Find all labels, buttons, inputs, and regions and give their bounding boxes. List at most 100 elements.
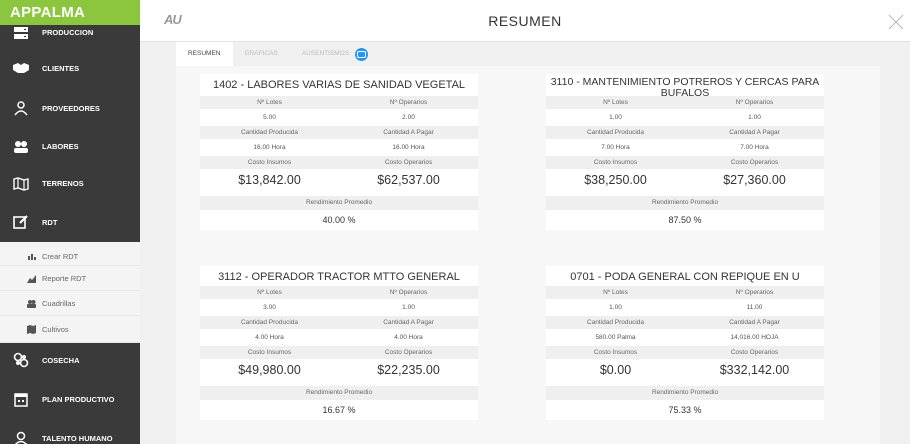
card-title: 3112 - OPERADOR TRACTOR MTTO GENERAL	[218, 271, 460, 283]
value-costo-operarios: $62,537.00	[377, 173, 440, 187]
value-costo-insumos: $49,980.00	[238, 363, 301, 377]
label-cantidad-pagar: Cantidad A Pagar	[685, 126, 824, 139]
label-lotes: Nº Lotes	[200, 286, 339, 299]
label-rendimiento: Rendimiento Promedio	[200, 196, 478, 210]
close-button[interactable]	[888, 14, 904, 30]
sidebar-item-labores[interactable]: LABORES	[0, 128, 140, 165]
tab-bar: RESUMEN GRAFICAS AUSENTISMOS	[176, 42, 369, 66]
label-costo-operarios: Costo Operarios	[339, 156, 478, 169]
label-operarios: Nº Operarios	[685, 286, 824, 299]
page-title: RESUMEN	[488, 13, 562, 29]
sidebar-item-produccion[interactable]: PRODUCCION	[0, 17, 140, 48]
subitem-cultivos[interactable]: Cultivos	[0, 316, 140, 343]
cosecha-icon	[12, 352, 30, 368]
subitem-label: Reporte RDT	[42, 273, 87, 283]
value-cantidad-pagar: 7.00 Hora	[740, 144, 769, 151]
value-costo-operarios: $27,360.00	[723, 173, 786, 187]
value-cantidad-pagar: 16.00 Hora	[392, 144, 425, 151]
card-title: 3110 - MANTENIMIENTO POTREROS Y CERCAS P…	[550, 76, 820, 99]
label-rendimiento: Rendimiento Promedio	[200, 386, 478, 400]
map-icon	[12, 176, 30, 192]
sidebar-item-label: PLAN PRODUCTIVO	[42, 394, 115, 404]
label-costo-insumos: Costo Insumos	[200, 346, 339, 359]
subitem-cuadrillas[interactable]: Cuadrillas	[0, 291, 140, 316]
value-lotes: 1.00	[609, 304, 622, 311]
sidebar-item-label: RDT	[42, 217, 58, 227]
value-rendimiento: 87.50 %	[668, 215, 702, 225]
value-lotes: 3.00	[263, 304, 276, 311]
value-costo-operarios: $332,142.00	[719, 363, 790, 377]
sidebar-item-rdt[interactable]: RDT	[0, 202, 140, 242]
handshake-icon	[12, 60, 30, 76]
label-operarios: Nº Operarios	[339, 286, 478, 299]
chat-icon[interactable]	[355, 47, 369, 61]
label-cantidad-producida: Cantidad Producida	[200, 316, 339, 329]
value-rendimiento: 75.33 %	[668, 405, 702, 415]
header: AU RESUMEN	[140, 0, 910, 42]
close-icon	[888, 14, 904, 30]
label-lotes: Nº Lotes	[546, 286, 685, 299]
card-title: 1402 - LABORES VARIAS DE SANIDAD VEGETAL	[212, 79, 466, 91]
sidebar-item-label: PROVEEDORES	[42, 103, 100, 113]
value-costo-insumos: $38,250.00	[584, 173, 647, 187]
value-cantidad-producida: 580.00 Palma	[595, 334, 636, 341]
sidebar: APPALMA PRODUCCION CLIENTES PROVEEDORES …	[0, 0, 140, 444]
server-icon	[12, 25, 30, 41]
value-lotes: 5.00	[263, 114, 276, 121]
person-icon	[12, 430, 30, 444]
label-rendimiento: Rendimiento Promedio	[546, 196, 824, 210]
label-cantidad-producida: Cantidad Producida	[200, 126, 339, 139]
sidebar-item-label: TERRENOS	[42, 179, 84, 188]
value-operarios: 11.00	[746, 304, 763, 311]
value-costo-insumos: $13,842.00	[238, 173, 301, 187]
label-lotes: Nº Lotes	[200, 96, 339, 109]
value-cantidad-producida: 7.00 Hora	[601, 144, 630, 151]
app-window: APPALMA PRODUCCION CLIENTES PROVEEDORES …	[0, 0, 910, 444]
summary-card: 1402 - LABORES VARIAS DE SANIDAD VEGETAL…	[200, 74, 478, 230]
tab-graficas[interactable]: GRAFICAS	[233, 42, 290, 66]
subitem-reporte-rdt[interactable]: Reporte RDT	[0, 266, 140, 291]
summary-card: 0701 - PODA GENERAL CON REPIQUE EN U Nº …	[546, 266, 824, 420]
value-costo-operarios: $22,235.00	[377, 363, 440, 377]
subitem-label: Cuadrillas	[42, 298, 76, 308]
sidebar-item-clientes[interactable]: CLIENTES	[0, 48, 140, 88]
tab-resumen[interactable]: RESUMEN	[176, 42, 233, 66]
main-content: RESUMEN GRAFICAS AUSENTISMOS 1402 - LABO…	[140, 42, 910, 444]
summary-card: 3112 - OPERADOR TRACTOR MTTO GENERAL Nº …	[200, 266, 478, 420]
label-costo-insumos: Costo Insumos	[200, 156, 339, 169]
sidebar-item-label: TALENTO HUMANO	[42, 433, 113, 443]
tab-ausentismos[interactable]: AUSENTISMOS	[290, 42, 351, 66]
sidebar-item-talento-humano[interactable]: TALENTO HUMANO	[0, 421, 140, 444]
label-costo-operarios: Costo Operarios	[685, 346, 824, 359]
area-chart-icon	[26, 273, 36, 283]
value-operarios: 1.00	[748, 114, 761, 121]
sidebar-item-label: LABORES	[42, 142, 79, 151]
card-title: 0701 - PODA GENERAL CON REPIQUE EN U	[570, 271, 800, 283]
sidebar-item-label: COSECHA	[42, 355, 80, 365]
label-cantidad-producida: Cantidad Producida	[546, 126, 685, 139]
summary-card: 3110 - MANTENIMIENTO POTREROS Y CERCAS P…	[546, 74, 824, 230]
value-cantidad-producida: 16.00 Hora	[253, 144, 286, 151]
sidebar-item-terrenos[interactable]: TERRENOS	[0, 165, 140, 202]
label-cantidad-pagar: Cantidad A Pagar	[339, 126, 478, 139]
label-operarios: Nº Operarios	[685, 96, 824, 109]
group-icon	[26, 298, 36, 308]
sidebar-item-cosecha[interactable]: COSECHA	[0, 343, 140, 377]
value-rendimiento: 16.67 %	[322, 405, 356, 415]
users-icon	[12, 100, 30, 116]
bar-chart-icon	[26, 252, 36, 262]
label-costo-insumos: Costo Insumos	[546, 156, 685, 169]
edit-icon	[12, 214, 30, 230]
label-costo-operarios: Costo Operarios	[339, 346, 478, 359]
subitem-label: Crear RDT	[42, 252, 79, 261]
value-cantidad-pagar: 4.00 Hora	[394, 334, 423, 341]
subitem-label: Cultivos	[42, 324, 69, 334]
label-rendimiento: Rendimiento Promedio	[546, 386, 824, 400]
subitem-crear-rdt[interactable]: Crear RDT	[0, 248, 140, 266]
sidebar-item-proveedores[interactable]: PROVEEDORES	[0, 88, 140, 128]
value-cantidad-pagar: 14,016.00 HOJA	[730, 334, 779, 341]
value-lotes: 1.00	[609, 114, 622, 121]
label-lotes: Nº Lotes	[546, 96, 685, 109]
sidebar-item-plan-productivo[interactable]: PLAN PRODUCTIVO	[0, 377, 140, 421]
value-rendimiento: 40.00 %	[322, 215, 356, 225]
